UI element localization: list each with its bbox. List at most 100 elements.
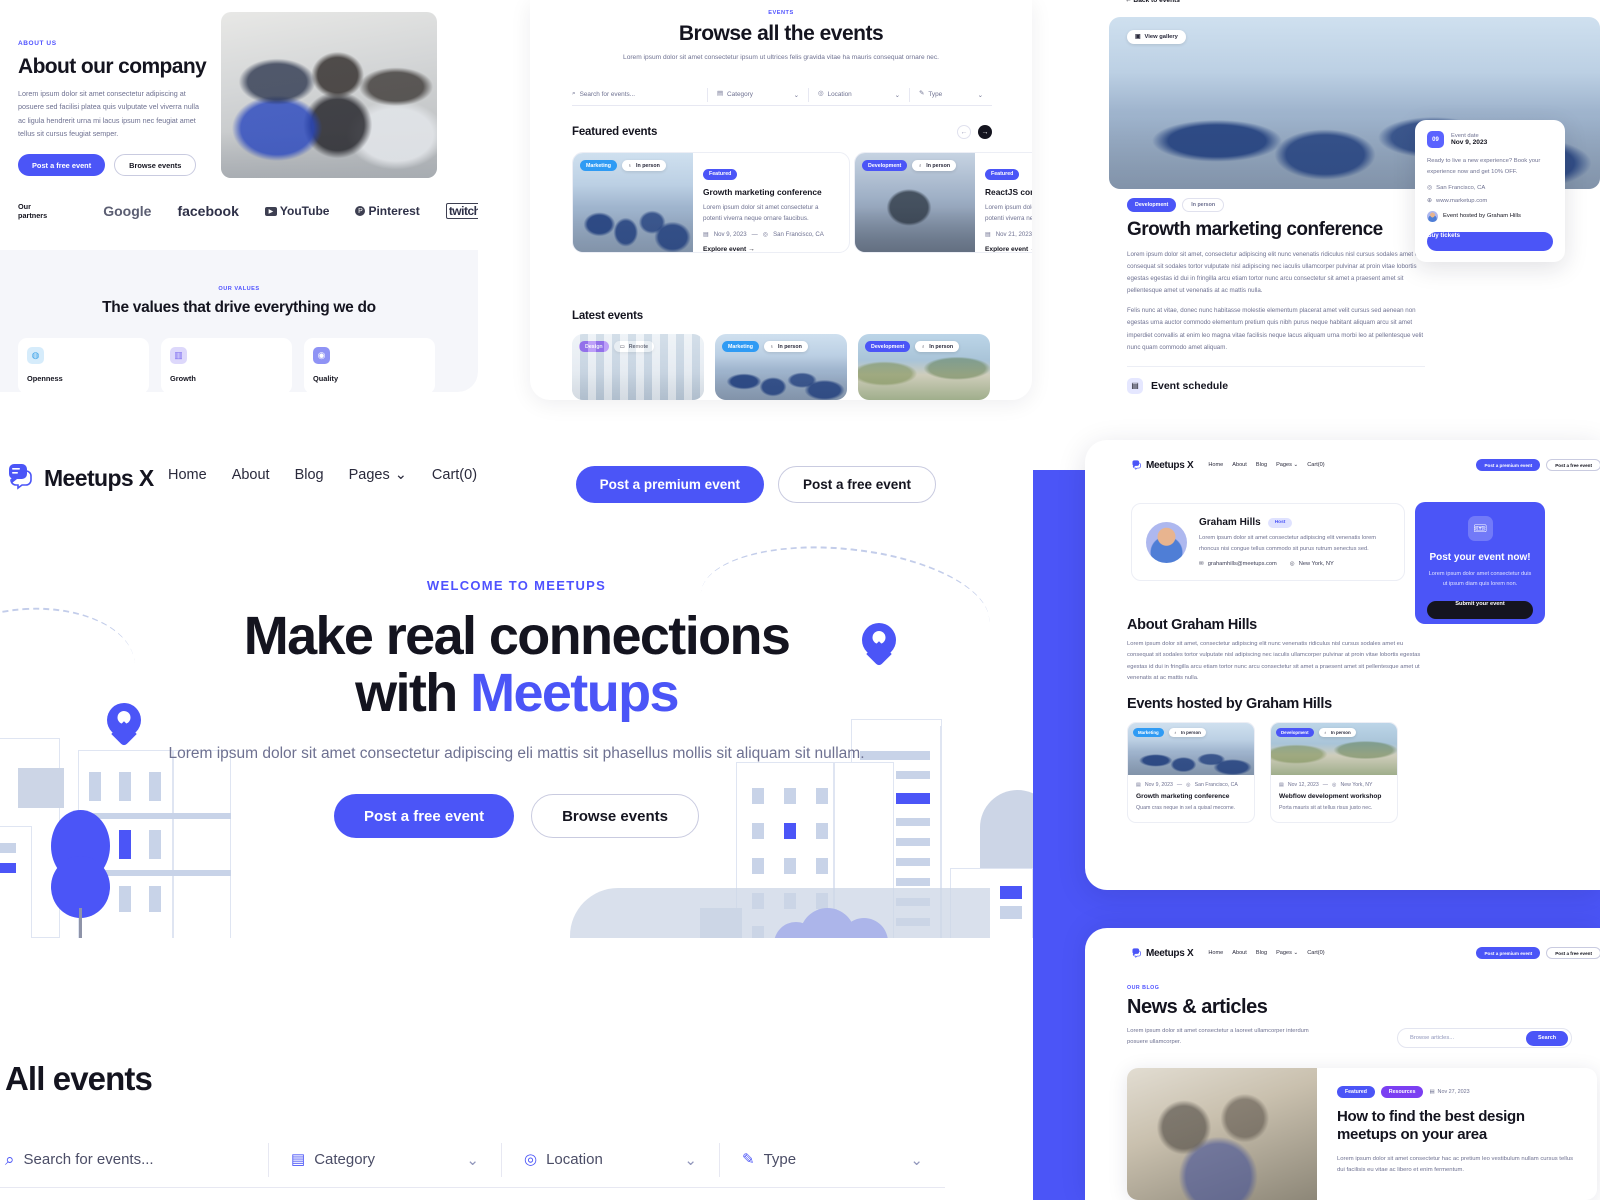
featured-chip: Featured	[703, 168, 738, 180]
browse-eyebrow: EVENTS	[768, 10, 794, 16]
search-input[interactable]: ⌕ Search for events...	[0, 1132, 268, 1187]
blog-search-input[interactable]: Browse articles...	[1410, 1035, 1526, 1041]
logo[interactable]: Meetups X	[1131, 459, 1194, 471]
host-location: ◎ New York, NY	[1289, 560, 1334, 567]
logo[interactable]: Meetups X	[1131, 948, 1194, 959]
article-description: Lorem ipsum dolor sit amet consectetur h…	[1337, 1155, 1574, 1173]
nav-item-pages[interactable]: Pages ⌄	[349, 467, 407, 483]
featured-event-card[interactable]: Marketing ♁ In person Featured Growth mar…	[572, 152, 850, 253]
latest-event-card[interactable]: Design ▭ Remote	[572, 334, 704, 400]
band	[78, 870, 231, 876]
nav-buttons: Post a premium event Post a free event	[1476, 947, 1600, 959]
mode-chip: ♁ In person	[1318, 728, 1356, 737]
mail-icon: ✉	[1199, 560, 1204, 567]
event-badges: Development ♁ In person	[1276, 728, 1356, 737]
featured-event-card[interactable]: Development ♁ In person Featured ReactJS …	[854, 152, 1032, 253]
event-date: Nov 9, 2023	[713, 230, 747, 238]
nav-item-cart[interactable]: Cart(0)	[432, 467, 477, 483]
pin-icon: ◎	[818, 90, 824, 98]
type-dropdown[interactable]: ✎ Type ⌄	[720, 1132, 945, 1187]
post-free-event-button[interactable]: Post a free event	[777, 466, 936, 503]
event-date: Nov 21, 2023	[995, 230, 1032, 238]
back-to-events-link[interactable]: ← Back to events	[1125, 0, 1180, 4]
window	[0, 843, 16, 853]
nav-item-blog[interactable]: Blog	[1256, 462, 1267, 468]
nav-item-about[interactable]: About	[1232, 950, 1247, 956]
host-meta: ✉ grahamhills@meetups.com ◎ New York, NY	[1199, 561, 1390, 567]
blog-search-button[interactable]: Search	[1526, 1030, 1568, 1046]
value-card-label: Growth	[170, 374, 196, 383]
blog-article-card[interactable]: Featured Resources ▤ Nov 27, 2023 How to…	[1127, 1068, 1597, 1200]
nav-item-cart[interactable]: Cart(0)	[1307, 462, 1324, 468]
value-card-growth[interactable]: ▥ Growth	[161, 338, 292, 392]
person-icon: ♁	[918, 162, 923, 169]
location-dropdown[interactable]: ◎ Location ⌄	[502, 1132, 719, 1187]
mode-chip: ♁ In person	[912, 160, 957, 171]
about-company-panel: ABOUT US About our company Lorem ipsum d…	[0, 0, 478, 392]
nav-item-blog[interactable]: Blog	[295, 467, 324, 483]
value-card-quality[interactable]: ◉ Quality	[304, 338, 435, 392]
hosted-event-card[interactable]: Marketing ♁ In person ▤ Nov 9, 2023 — ◎ San…	[1127, 722, 1255, 823]
blog-title: News & articles	[1127, 996, 1268, 1018]
blog-search-bar[interactable]: Browse articles... Search	[1397, 1028, 1572, 1048]
nav-item-cart[interactable]: Cart(0)	[1307, 950, 1324, 956]
nav-item-pages[interactable]: Pages ⌄	[1276, 462, 1298, 468]
location-dropdown[interactable]: ◎ Location ⌄	[809, 84, 909, 105]
post-premium-event-button[interactable]: Post a premium event	[1476, 947, 1541, 959]
nav-item-pages[interactable]: Pages ⌄	[1276, 950, 1298, 956]
explore-event-link[interactable]: Explore event →	[703, 246, 839, 252]
partner-logo-google: Google	[103, 203, 152, 219]
ticket-description: Ready to live a new experience? Book you…	[1427, 158, 1541, 175]
hero-subtitle: Lorem ipsum dolor sit amet consectetur a…	[168, 745, 865, 763]
nav-item-home[interactable]: Home	[1208, 462, 1223, 468]
search-input[interactable]: ⌕ Search for events...	[572, 84, 707, 105]
window	[784, 858, 796, 874]
latest-events-header: Latest events	[572, 310, 992, 322]
explore-event-link[interactable]: Explore event →	[985, 246, 1032, 252]
latest-event-card[interactable]: Marketing ♁ In person	[715, 334, 847, 400]
nav-item-about[interactable]: About	[232, 467, 270, 483]
category-dropdown[interactable]: ▤ Category ⌄	[269, 1132, 501, 1187]
hero-post-free-event-button[interactable]: Post a free event	[334, 794, 515, 839]
logo-text: Meetups X	[44, 464, 154, 491]
about-host-title: About Graham Hills	[1127, 617, 1257, 633]
about-post-free-event-button[interactable]: Post a free event	[18, 154, 106, 177]
view-gallery-button[interactable]: ▣ View gallery	[1127, 30, 1186, 44]
carousel-prev-button[interactable]: ←	[957, 125, 971, 139]
event-badges: Development ♁ In person	[865, 341, 960, 352]
logo[interactable]: Meetups X	[5, 463, 154, 493]
ticket-website[interactable]: ⊕ www.marketup.com	[1427, 198, 1553, 204]
blog-subtitle: Lorem ipsum dolor sit amet consectetur a…	[1127, 1028, 1309, 1045]
hero-browse-events-button[interactable]: Browse events	[531, 794, 699, 839]
submit-your-event-button[interactable]: Submit your event	[1427, 600, 1533, 619]
band	[896, 878, 930, 886]
host-email[interactable]: ✉ grahamhills@meetups.com	[1199, 561, 1277, 567]
value-card-openness[interactable]: ◍ Openness	[18, 338, 149, 392]
ticket-icon: 🎟	[1467, 516, 1493, 541]
buy-tickets-button[interactable]: Buy tickets	[1427, 231, 1553, 251]
nav-item-blog[interactable]: Blog	[1256, 950, 1267, 956]
nav-item-home[interactable]: Home	[168, 467, 207, 483]
promo-description: Lorem ipsum dolor amet consectetur duis …	[1428, 571, 1532, 588]
hosted-event-card[interactable]: Development ♁ In person ▤ Nov 12, 2023 — ◎…	[1270, 722, 1398, 823]
about-browse-events-button[interactable]: Browse events	[114, 154, 197, 177]
post-premium-event-button[interactable]: Post a premium event	[575, 466, 764, 503]
type-dropdown[interactable]: ✎ Type ⌄	[910, 84, 992, 105]
gallery-icon: ▣	[1135, 34, 1141, 40]
post-free-event-button[interactable]: Post a free event	[1546, 459, 1600, 471]
latest-event-card[interactable]: Development ♁ In person	[858, 334, 990, 400]
event-description: Lorem ipsum dolor sit amet consectetur a…	[985, 204, 1032, 223]
chat-bubble-logo-icon	[1131, 459, 1142, 471]
event-detail-title: Growth marketing conference	[1127, 219, 1383, 240]
carousel-next-button[interactable]: →	[978, 125, 992, 139]
partners-row: Our partners Google facebook ▶ YouTube P…	[18, 202, 478, 220]
partner-logo-facebook: facebook	[177, 203, 239, 219]
post-premium-event-button[interactable]: Post a premium event	[1476, 459, 1541, 471]
event-description: Lorem ipsum dolor sit amet consectetur a…	[703, 204, 819, 223]
person-icon: ♁	[1173, 730, 1178, 735]
category-dropdown[interactable]: ▤ Category ⌄	[708, 84, 808, 105]
nav-item-about[interactable]: About	[1232, 462, 1247, 468]
post-free-event-button[interactable]: Post a free event	[1546, 947, 1600, 959]
nav-item-home[interactable]: Home	[1208, 950, 1223, 956]
event-title: Webflow development workshop	[1279, 793, 1382, 800]
